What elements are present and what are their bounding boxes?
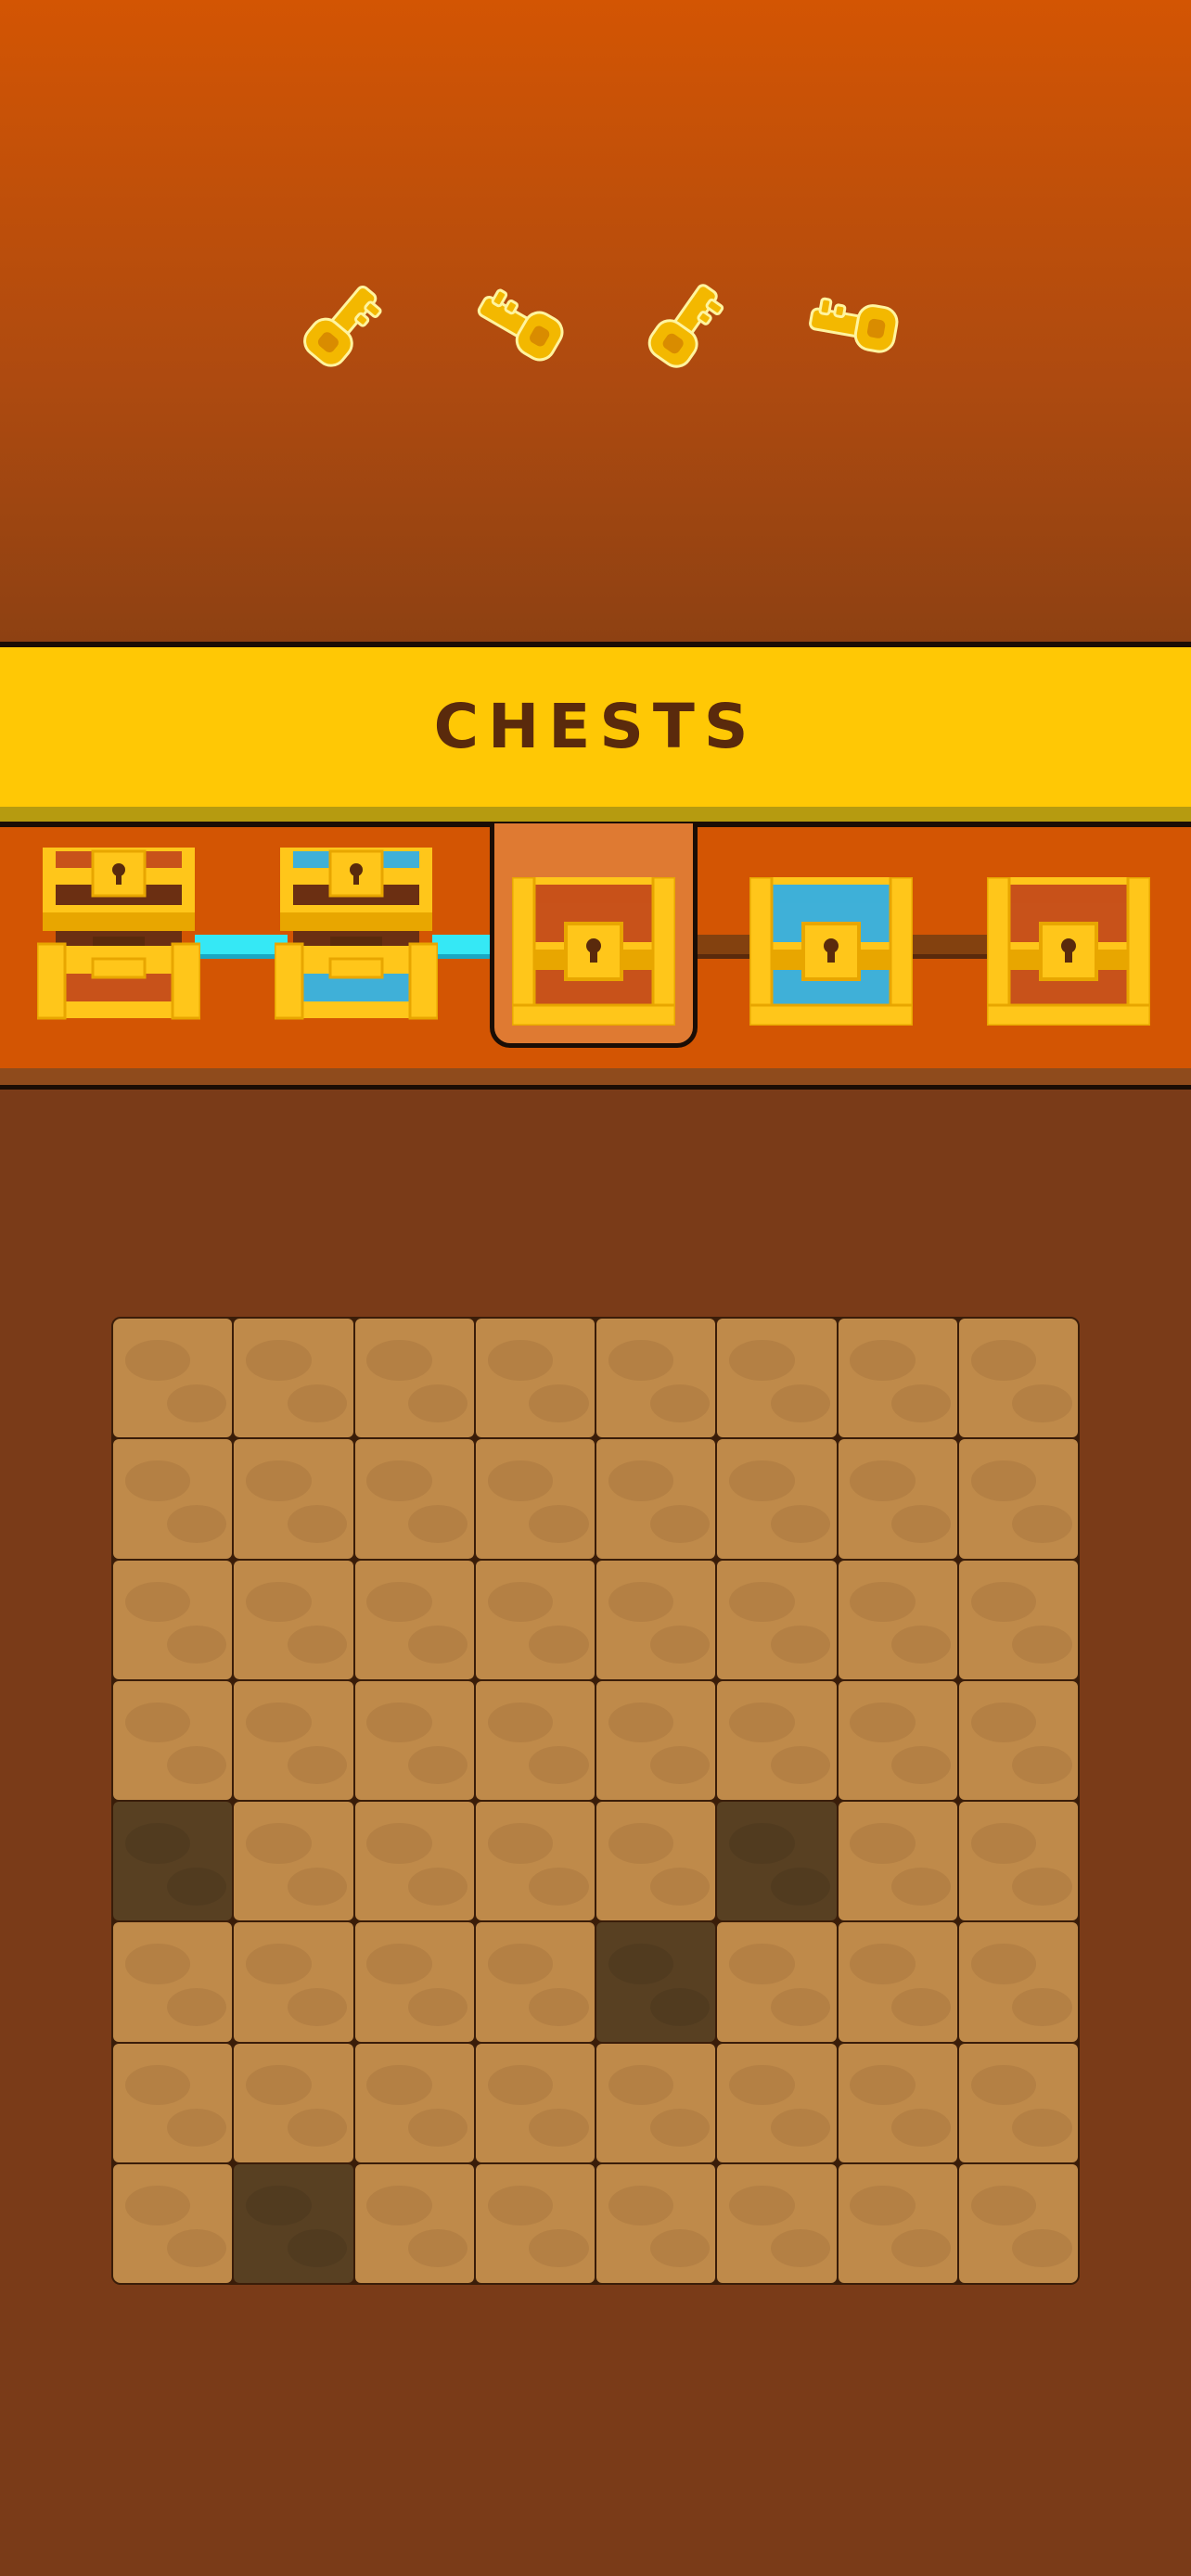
board-cell[interactable]: [596, 1319, 716, 1438]
board-cell[interactable]: [234, 1802, 353, 1921]
board-cell[interactable]: [113, 1439, 233, 1559]
progress-track-segment: [195, 935, 288, 959]
board-cell[interactable]: [838, 2163, 957, 2283]
board-cell[interactable]: [113, 1319, 233, 1438]
board-cell[interactable]: [354, 1802, 474, 1921]
board-cell[interactable]: [475, 1922, 595, 2042]
board-cell[interactable]: [354, 1680, 474, 1800]
board-cell[interactable]: [596, 1802, 716, 1921]
board-cell-empty[interactable]: [596, 1922, 716, 2042]
banner-shadow: [0, 807, 1191, 822]
board-cell[interactable]: [475, 1439, 595, 1559]
board-cell[interactable]: [838, 1439, 957, 1559]
board-cell-empty[interactable]: [113, 1802, 233, 1921]
board-cell[interactable]: [234, 1560, 353, 1679]
board-cell[interactable]: [838, 1680, 957, 1800]
board-cell[interactable]: [475, 1680, 595, 1800]
banner-title: CHESTS: [433, 691, 758, 762]
board-cell[interactable]: [113, 1680, 233, 1800]
board-cell[interactable]: [234, 1439, 353, 1559]
board-cell[interactable]: [234, 1680, 353, 1800]
closed-red-chest-icon: [987, 877, 1150, 1026]
board-cell[interactable]: [958, 1922, 1078, 2042]
board-cell[interactable]: [958, 1560, 1078, 1679]
board-cell[interactable]: [958, 2163, 1078, 2283]
board-cell[interactable]: [354, 1560, 474, 1679]
board-cell[interactable]: [596, 1439, 716, 1559]
board-cell[interactable]: [838, 1802, 957, 1921]
closed-red-chest-icon: [512, 877, 675, 1026]
board-cell[interactable]: [475, 2043, 595, 2162]
board-cell[interactable]: [838, 1922, 957, 2042]
keys-row: [0, 269, 1191, 399]
board-cell[interactable]: [717, 2043, 837, 2162]
board-cell[interactable]: [354, 1319, 474, 1438]
chests-banner: CHESTS: [0, 647, 1191, 807]
board-cell[interactable]: [475, 1560, 595, 1679]
board-cell[interactable]: [838, 1560, 957, 1679]
gold-key-icon: [798, 269, 909, 380]
gold-key-icon: [288, 269, 399, 380]
board-cell[interactable]: [596, 2163, 716, 2283]
board-cell[interactable]: [717, 1319, 837, 1438]
game-board[interactable]: [111, 1317, 1080, 2285]
board-cell[interactable]: [717, 1439, 837, 1559]
gold-key-icon: [464, 269, 575, 380]
board-cell[interactable]: [354, 2163, 474, 2283]
progress-track-segment: [909, 935, 997, 959]
board-cell[interactable]: [958, 1319, 1078, 1438]
board-cell[interactable]: [717, 1922, 837, 2042]
board-cell[interactable]: [717, 2163, 837, 2283]
board-cell[interactable]: [354, 1439, 474, 1559]
key-display-area: [0, 0, 1191, 642]
board-cell[interactable]: [838, 1319, 957, 1438]
board-cell[interactable]: [475, 2163, 595, 2283]
board-cell[interactable]: [113, 1560, 233, 1679]
board-cell[interactable]: [475, 1802, 595, 1921]
board-cell[interactable]: [234, 1922, 353, 2042]
board-cell[interactable]: [838, 2043, 957, 2162]
board-cell[interactable]: [596, 2043, 716, 2162]
board-cell[interactable]: [958, 2043, 1078, 2162]
board-cell[interactable]: [717, 1560, 837, 1679]
open-red-chest-icon: [37, 844, 200, 1020]
board-cell-empty[interactable]: [234, 2163, 353, 2283]
board-cell[interactable]: [596, 1680, 716, 1800]
gold-key-icon: [631, 269, 742, 380]
board-cell[interactable]: [717, 1680, 837, 1800]
closed-blue-chest-icon: [749, 877, 913, 1026]
chest-progress-strip: [0, 823, 1191, 1068]
board-cell[interactable]: [958, 1680, 1078, 1800]
chest-strip-shadow: [0, 1068, 1191, 1085]
board-cell[interactable]: [113, 2163, 233, 2283]
board-cell[interactable]: [354, 1922, 474, 2042]
open-blue-chest-icon: [275, 844, 438, 1020]
board-cell-empty[interactable]: [717, 1802, 837, 1921]
board-cell[interactable]: [958, 1802, 1078, 1921]
board-cell[interactable]: [475, 1319, 595, 1438]
board-cell[interactable]: [234, 1319, 353, 1438]
board-cell[interactable]: [596, 1560, 716, 1679]
board-cell[interactable]: [234, 2043, 353, 2162]
board-cell[interactable]: [958, 1439, 1078, 1559]
board-cell[interactable]: [113, 1922, 233, 2042]
board-cell[interactable]: [113, 2043, 233, 2162]
board-cell[interactable]: [354, 2043, 474, 2162]
progress-track-segment: [432, 935, 497, 959]
